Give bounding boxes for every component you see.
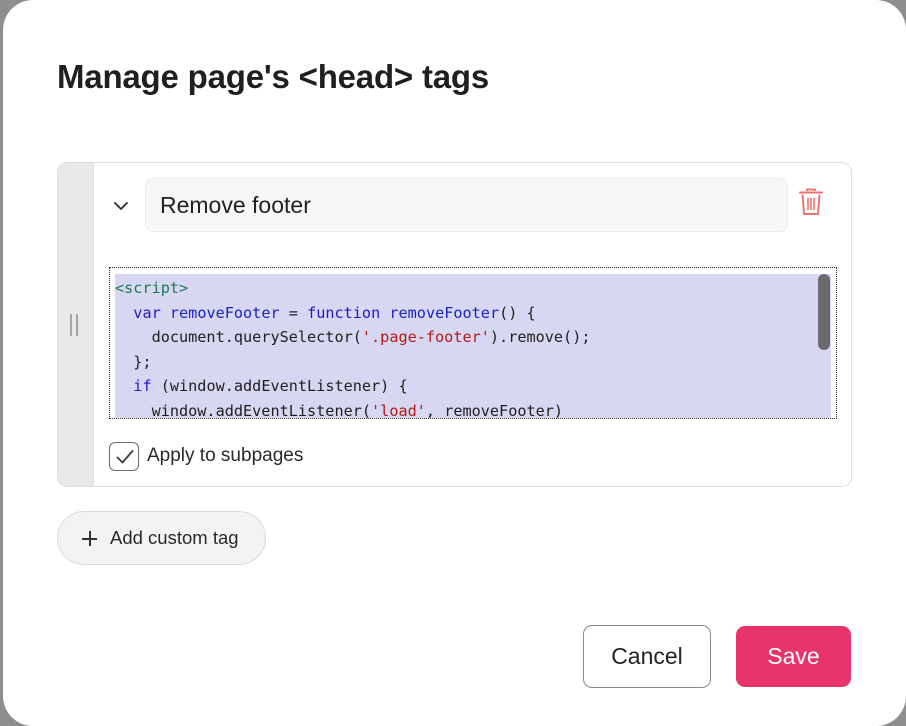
cancel-button[interactable]: Cancel [583,625,711,688]
manage-head-tags-dialog: Manage page's <head> tags <script> var [3,0,906,726]
apply-subpages-checkbox[interactable] [109,442,139,471]
code-line: }; [115,352,152,371]
add-custom-tag-label: Add custom tag [110,527,239,548]
add-custom-tag-button[interactable]: Add custom tag [57,511,266,565]
save-button[interactable]: Save [736,626,851,687]
code-line: var removeFooter = function removeFooter… [133,303,536,322]
drag-grip-icon [70,314,80,336]
custom-tag-card: <script> var removeFooter = function rem… [57,162,852,487]
code-editor[interactable]: <script> var removeFooter = function rem… [109,267,837,419]
code-content: <script> var removeFooter = function rem… [115,276,591,419]
apply-subpages-label: Apply to subpages [147,445,304,466]
checkmark-icon [116,450,134,464]
drag-handle[interactable] [58,163,94,486]
trash-icon[interactable] [798,188,824,216]
code-line: window.addEventListener('load', removeFo… [115,401,564,419]
code-line: <script> [115,279,189,297]
plus-icon [82,531,97,546]
code-scrollbar[interactable] [818,274,830,350]
dialog-title: Manage page's <head> tags [57,58,490,95]
code-line: document.querySelector('.page-footer').r… [115,328,591,346]
code-line: if (window.addEventListener) { [133,377,408,395]
chevron-down-icon[interactable] [114,199,128,213]
tag-name-input[interactable] [145,178,788,232]
